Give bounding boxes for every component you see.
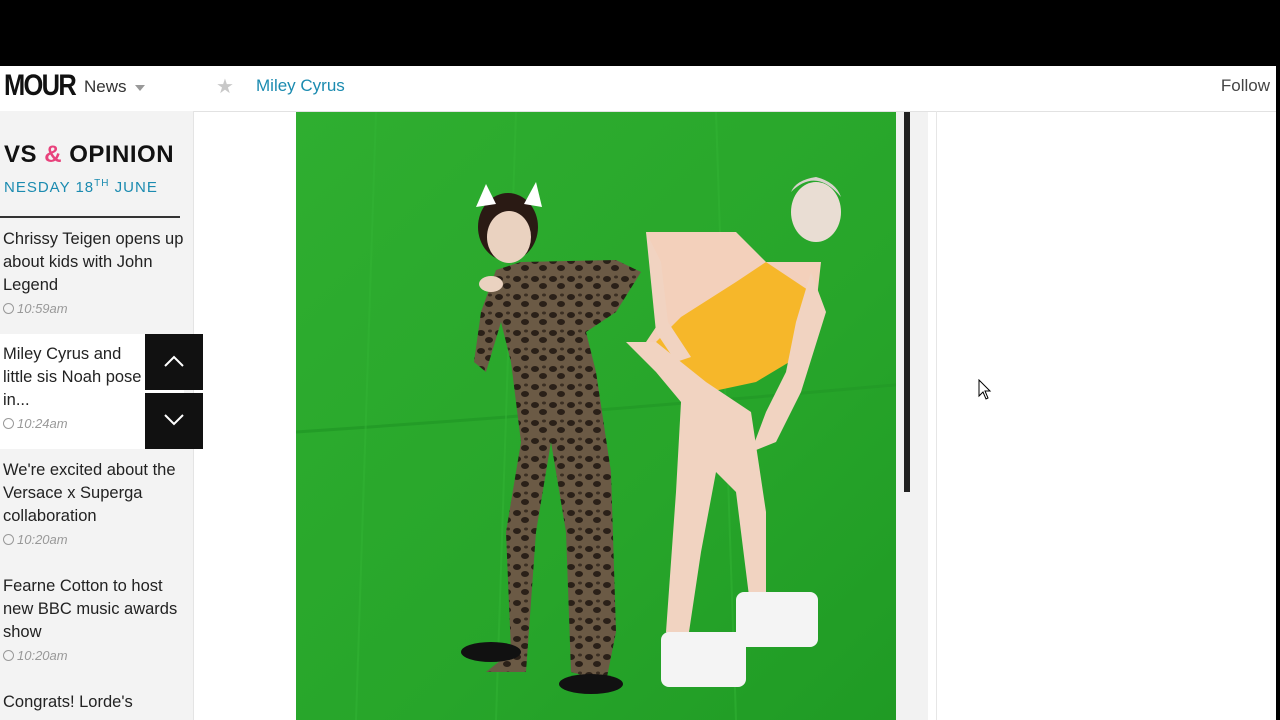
sidebar-title: VS & OPINION bbox=[4, 141, 174, 169]
follow-button[interactable]: Follow bbox=[1221, 76, 1270, 96]
story-item[interactable]: Chrissy Teigen opens up about kids with … bbox=[0, 228, 184, 316]
news-menu-label: News bbox=[84, 77, 127, 96]
chevron-up-icon bbox=[164, 355, 184, 367]
sidebar-date-main: NESDAY 18 bbox=[4, 179, 95, 196]
story-time-text: 10:59am bbox=[17, 301, 68, 316]
story-time: 10:20am bbox=[3, 648, 184, 663]
story-item[interactable]: We're excited about the Versace x Superg… bbox=[0, 459, 184, 547]
story-headline: Chrissy Teigen opens up about kids with … bbox=[3, 230, 184, 294]
story-item[interactable]: Congrats! Lorde's bbox=[0, 691, 184, 714]
sidebar-title-right: OPINION bbox=[69, 141, 175, 168]
chevron-down-icon bbox=[134, 84, 145, 91]
clock-icon bbox=[3, 303, 14, 314]
star-icon[interactable]: ★ bbox=[216, 74, 234, 99]
sidebar-title-amp: & bbox=[44, 141, 63, 168]
story-headline: Fearne Cotton to host new BBC music awar… bbox=[3, 577, 178, 641]
top-navigation-bar: MOUR News ★ Miley Cyrus Follow bbox=[0, 66, 1276, 112]
story-time: 10:20am bbox=[3, 532, 184, 547]
content-divider bbox=[936, 111, 937, 720]
clock-icon bbox=[3, 418, 14, 429]
story-headline: Congrats! Lorde's bbox=[3, 693, 133, 711]
topic-link[interactable]: Miley Cyrus bbox=[256, 76, 345, 96]
site-logo[interactable]: MOUR bbox=[4, 69, 77, 103]
sidebar-title-left: VS bbox=[4, 141, 38, 168]
sidebar-divider bbox=[0, 216, 180, 218]
story-time: 10:59am bbox=[3, 301, 184, 316]
article-photo bbox=[296, 112, 928, 720]
sidebar-date: NESDAY 18TH JUNE bbox=[4, 178, 158, 196]
story-item[interactable]: Fearne Cotton to host new BBC music awar… bbox=[0, 575, 184, 663]
story-time-text: 10:20am bbox=[17, 648, 68, 663]
scroll-up-button[interactable] bbox=[145, 334, 203, 390]
story-headline: We're excited about the Versace x Superg… bbox=[3, 461, 176, 525]
story-headline: Miley Cyrus and little sis Noah pose in.… bbox=[3, 345, 142, 409]
sidebar-date-end: JUNE bbox=[109, 179, 158, 196]
chevron-down-icon bbox=[164, 414, 184, 426]
story-time-text: 10:24am bbox=[17, 416, 68, 431]
news-menu[interactable]: News bbox=[84, 77, 145, 97]
photo-illustration bbox=[296, 112, 928, 720]
sidebar-date-sup: TH bbox=[94, 178, 110, 189]
clock-icon bbox=[3, 534, 14, 545]
story-time-text: 10:20am bbox=[17, 532, 68, 547]
mouse-cursor-icon bbox=[978, 379, 992, 400]
article-page: MOUR News ★ Miley Cyrus Follow VS & OPIN… bbox=[0, 66, 1276, 720]
scroll-down-button[interactable] bbox=[145, 393, 203, 449]
clock-icon bbox=[3, 650, 14, 661]
